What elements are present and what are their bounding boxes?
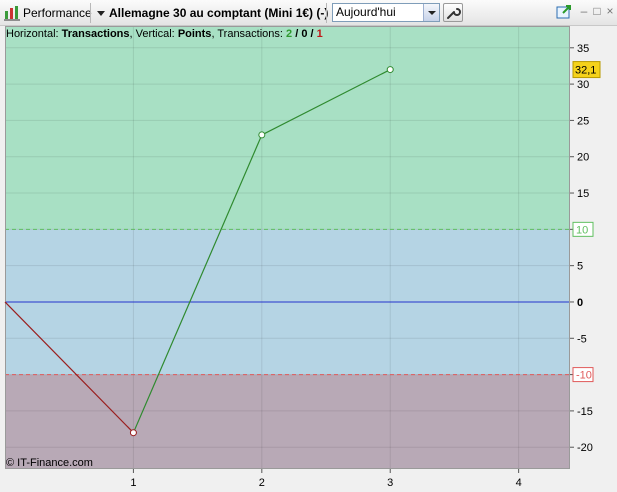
chevron-down-icon[interactable] [423, 4, 439, 21]
maximize-icon[interactable]: □ [591, 5, 603, 17]
chart-panel: 35 30 25 20 15 5 0 -5 -15 -20 10 -10 32,1 1 2 3 4 [0, 26, 617, 492]
transaction-point [386, 66, 394, 74]
performance-chart[interactable]: 35 30 25 20 15 5 0 -5 -15 -20 10 -10 32,1 1 2 3 4 [0, 26, 617, 492]
horizontal-label: Horizontal: [6, 28, 59, 40]
y-tick-label: 35 [577, 43, 589, 55]
period-select[interactable]: Aujourd'hui [332, 3, 440, 22]
chart-info-line: Horizontal: Transactions, Vertical: Poin… [6, 27, 323, 41]
transaction-point [129, 429, 137, 437]
y-tick-label: 20 [577, 152, 589, 164]
transactions-label: , Transactions: [211, 28, 283, 40]
y-tick-label: -15 [577, 406, 593, 418]
count-separator: / [292, 28, 302, 40]
y-tick-label: -20 [577, 442, 593, 454]
y-tick-label: 15 [577, 188, 589, 200]
transaction-point [258, 131, 266, 139]
x-tick-label: 2 [259, 477, 265, 489]
wrench-icon [447, 8, 461, 19]
y-tick-label: 30 [577, 79, 589, 91]
wrench-settings-button[interactable] [443, 3, 463, 22]
upper-threshold-label: 10 [576, 224, 588, 236]
y-tick-label: -5 [577, 333, 587, 345]
performance-label[interactable]: Performance [23, 4, 92, 22]
toolbar-separator [326, 3, 327, 23]
vertical-value: Points [177, 28, 212, 40]
vertical-label: , Vertical: [129, 28, 175, 40]
copyright-text: © IT-Finance.com [6, 457, 93, 469]
y-tick-label: 25 [577, 115, 589, 127]
profit-zone [5, 26, 570, 230]
count-separator: / [307, 28, 317, 40]
x-tick-label: 3 [387, 477, 393, 489]
y-tick-label: 5 [577, 261, 583, 273]
x-tick-label: 4 [516, 477, 522, 489]
x-tick-label: 1 [130, 477, 136, 489]
instrument-title[interactable]: Allemagne 30 au comptant (Mini 1€) (-) [109, 4, 328, 22]
losing-transactions-count: 1 [316, 28, 323, 40]
lower-threshold-label: -10 [576, 370, 592, 382]
performance-chart-icon[interactable] [4, 5, 20, 21]
horizontal-value: Transactions [61, 28, 130, 40]
minimize-icon[interactable]: – [578, 5, 590, 17]
period-select-value: Aujourd'hui [336, 5, 396, 19]
detach-window-icon[interactable] [556, 4, 572, 20]
toolbar-separator [90, 3, 91, 23]
last-value-label: 32,1 [575, 65, 596, 77]
close-icon[interactable]: × [604, 5, 616, 17]
y-tick-label: 0 [577, 297, 583, 309]
chevron-down-icon[interactable] [97, 11, 105, 16]
toolbar: Performance Allemagne 30 au comptant (Mi… [0, 0, 617, 26]
